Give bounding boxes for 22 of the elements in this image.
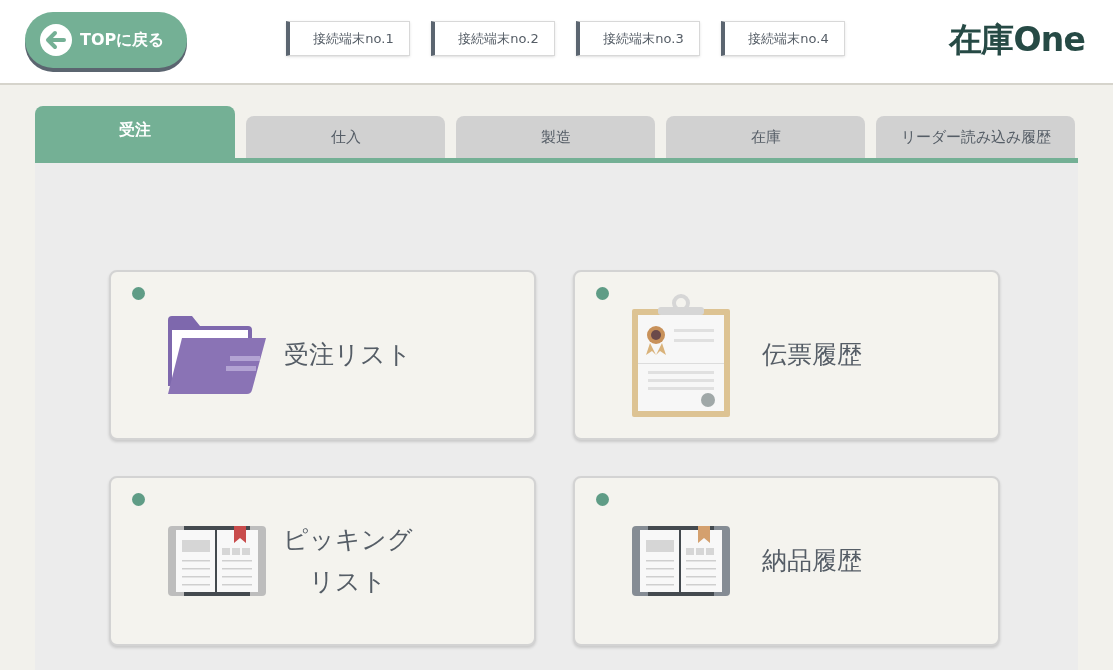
- terminal-button[interactable]: 接続端末no.2: [431, 21, 555, 56]
- menu-card[interactable]: 伝票履歴: [573, 270, 1000, 440]
- clipboard-icon: [631, 293, 730, 417]
- logo: 在庫One: [949, 18, 1085, 61]
- tab[interactable]: リーダー読み込み履歴: [876, 116, 1075, 158]
- folder-icon: [167, 316, 266, 394]
- arrow-left-icon: [40, 23, 72, 56]
- menu-card[interactable]: ピッキングリスト: [109, 476, 536, 646]
- tab[interactable]: 仕入: [246, 116, 445, 158]
- open-book-icon: [631, 526, 730, 596]
- terminal-button[interactable]: 接続端末no.1: [286, 21, 410, 56]
- tab[interactable]: 在庫: [666, 116, 865, 158]
- card-label: 受注リスト: [282, 338, 413, 371]
- card-label: ピッキングリスト: [281, 523, 414, 598]
- card-label: 伝票履歴: [760, 338, 863, 371]
- terminal-button[interactable]: 接続端末no.4: [721, 21, 845, 56]
- terminal-button[interactable]: 接続端末no.3: [576, 21, 700, 56]
- open-book-icon: [167, 526, 266, 596]
- menu-card[interactable]: 受注リスト: [109, 270, 536, 440]
- menu-card[interactable]: 納品履歴: [573, 476, 1000, 646]
- tab[interactable]: 製造: [456, 116, 655, 158]
- card-label: 納品履歴: [760, 544, 863, 577]
